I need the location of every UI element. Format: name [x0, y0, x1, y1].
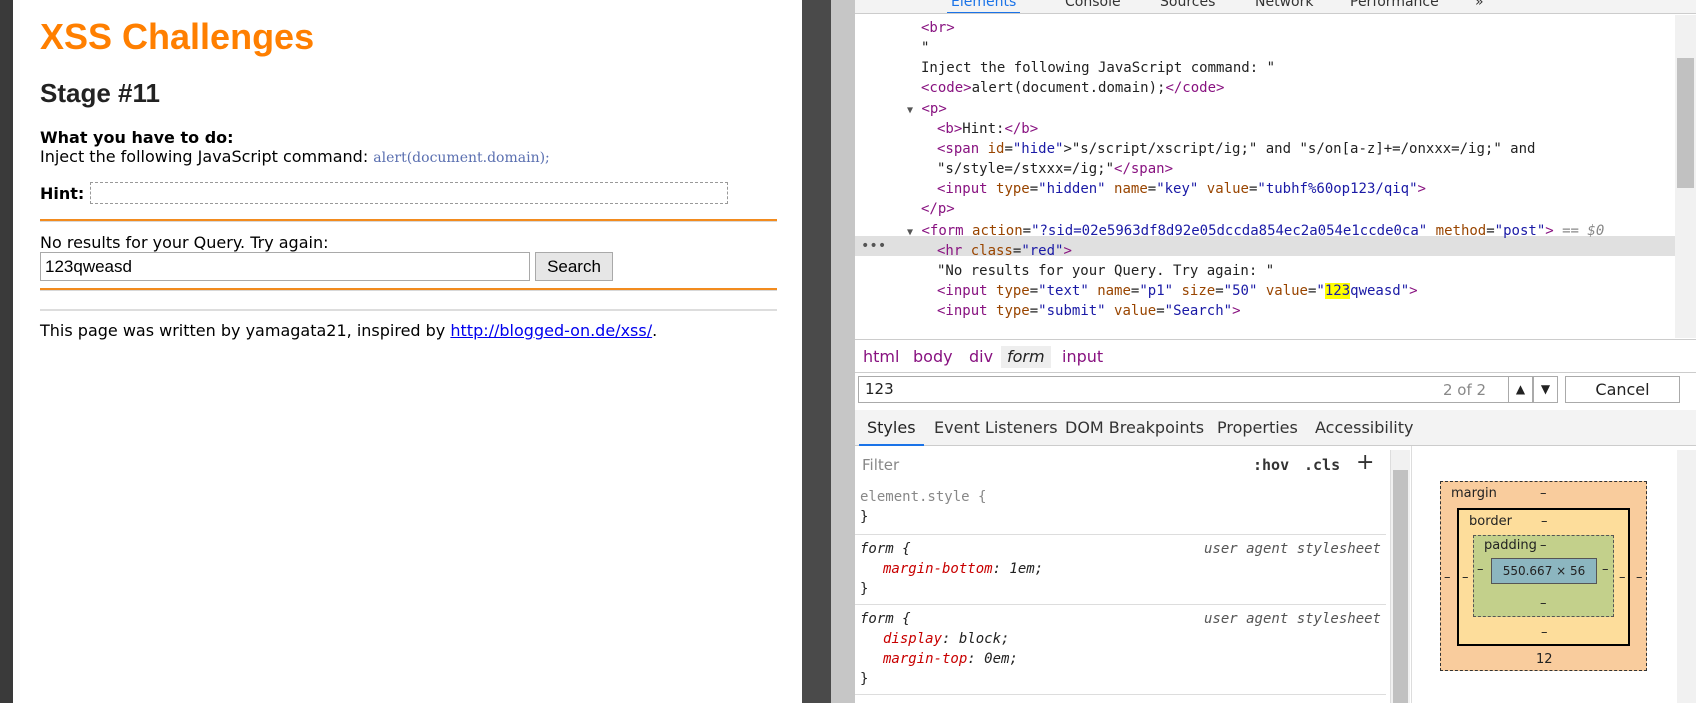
no-results-message: No results for your Query. Try again:: [40, 233, 329, 252]
crumb-body[interactable]: body: [907, 346, 959, 368]
tab-network[interactable]: Network: [1255, 0, 1313, 10]
footer-end: .: [652, 321, 658, 340]
dom-line[interactable]: <input type="hidden" name="key" value="t…: [937, 179, 1426, 199]
todo-label: What you have to do:: [40, 128, 234, 147]
breadcrumb: html body div form input: [855, 339, 1696, 373]
hov-toggle[interactable]: :hov: [1253, 456, 1289, 474]
styles-tabbar: Styles Event Listeners DOM Breakpoints P…: [855, 410, 1696, 446]
more-tabs-icon[interactable]: »: [1475, 0, 1484, 10]
dom-line[interactable]: Inject the following JavaScript command:…: [921, 58, 1275, 78]
window-edge: [0, 0, 13, 703]
hint-label: Hint:: [40, 184, 85, 203]
tab-styles[interactable]: Styles: [859, 418, 923, 446]
dom-line[interactable]: <input type="submit" value="Search">: [937, 301, 1241, 321]
divider-footer: [40, 309, 777, 311]
styles-scrollbar-thumb[interactable]: [1393, 470, 1408, 703]
dom-line[interactable]: ": [921, 38, 929, 58]
page-title: XSS Challenges: [40, 16, 315, 57]
tab-event-listeners[interactable]: Event Listeners: [934, 418, 1058, 437]
dom-line[interactable]: <b>Hint:</b>: [937, 119, 1038, 139]
footer: This page was written by yamagata21, ins…: [40, 321, 657, 340]
boxmodel-scrollbar[interactable]: [1677, 450, 1696, 703]
crumb-div[interactable]: div: [963, 346, 999, 368]
dom-line[interactable]: <hr class="red">: [937, 241, 1072, 261]
dom-line[interactable]: <span id="hide">"s/script/xscript/ig;" a…: [937, 139, 1535, 159]
box-model-panel: margin – – – 12 border – – – – padding –…: [1411, 446, 1696, 703]
cls-toggle[interactable]: .cls: [1304, 456, 1340, 474]
tab-dom-breakpoints[interactable]: DOM Breakpoints: [1065, 418, 1204, 437]
search-cancel-button[interactable]: Cancel: [1565, 376, 1680, 403]
box-content[interactable]: 550.667 × 56: [1491, 558, 1597, 584]
dom-line[interactable]: </p>: [921, 199, 955, 219]
styles-rules: element.style { } form { user agent styl…: [855, 483, 1386, 703]
inject-instruction: Inject the following JavaScript command:…: [40, 147, 550, 166]
dom-line[interactable]: "s/style=/stxxx=/ig;"</span>: [937, 159, 1173, 179]
crumb-html[interactable]: html: [857, 346, 905, 368]
tab-properties[interactable]: Properties: [1217, 418, 1298, 437]
dom-scrollbar-thumb[interactable]: [1677, 58, 1694, 188]
expand-arrow-icon[interactable]: ▼: [907, 105, 913, 116]
tab-accessibility[interactable]: Accessibility: [1315, 418, 1413, 437]
devtools-resize-handle[interactable]: [831, 0, 855, 703]
xss-challenge-page: XSS Challenges Stage #11 What you have t…: [0, 0, 802, 703]
search-next-icon[interactable]: ▼: [1533, 376, 1558, 403]
divider-bottom: [40, 288, 777, 291]
crumb-form[interactable]: form: [1001, 346, 1051, 368]
dom-line-selected[interactable]: ▼ <form action="?sid=02e5963df8d92e05dcc…: [907, 221, 1604, 241]
search-match-count: 2 of 2: [1443, 381, 1487, 399]
inject-text: Inject the following JavaScript command:: [40, 147, 369, 166]
rule-form-display: form { user agent stylesheet display: bl…: [855, 605, 1386, 695]
styles-filter-input[interactable]: Filter: [858, 452, 1243, 478]
rule-form-margin: form { user agent stylesheet margin-bott…: [855, 535, 1386, 605]
search-button[interactable]: Search: [535, 252, 613, 281]
search-highlight: 123: [1324, 283, 1351, 299]
stage-heading: Stage #11: [40, 78, 160, 108]
tab-performance[interactable]: Performance: [1350, 0, 1439, 10]
divider-top: [40, 219, 777, 222]
rule-element-style: element.style { }: [855, 483, 1386, 535]
dom-line[interactable]: ▼ <p>: [907, 99, 947, 119]
new-rule-icon[interactable]: +: [1356, 450, 1374, 475]
devtools-tabbar: Elements Console Sources Network Perform…: [855, 0, 1696, 14]
footer-text: This page was written by yamagata21, ins…: [40, 321, 446, 340]
box-margin[interactable]: margin – – – 12 border – – – – padding –…: [1440, 481, 1647, 671]
hint-box: [90, 182, 728, 204]
dom-line[interactable]: <input type="text" name="p1" size="50" v…: [937, 281, 1418, 301]
dom-line[interactable]: "No results for your Query. Try again: ": [937, 261, 1274, 281]
expand-arrow-icon[interactable]: ▼: [907, 227, 913, 238]
footer-link[interactable]: http://blogged-on.de/xss/: [450, 321, 652, 340]
dom-tree: ••• <br> " Inject the following JavaScri…: [855, 15, 1675, 338]
crumb-input[interactable]: input: [1056, 346, 1109, 368]
box-border[interactable]: border – – – – padding – – – – 550.667 ×…: [1457, 508, 1630, 646]
dom-line[interactable]: <br>: [921, 18, 955, 38]
inject-code: alert(document.domain);: [373, 150, 550, 166]
query-input[interactable]: [40, 252, 530, 281]
devtools-panel: Elements Console Sources Network Perform…: [855, 0, 1696, 703]
tab-sources[interactable]: Sources: [1160, 0, 1215, 10]
tab-console[interactable]: Console: [1065, 0, 1121, 10]
window-gap: [802, 0, 831, 703]
dom-line[interactable]: <code>alert(document.domain);</code>: [921, 78, 1224, 98]
search-prev-icon[interactable]: ▲: [1508, 376, 1533, 403]
dom-search-input[interactable]: 123: [858, 376, 1538, 403]
tab-elements[interactable]: Elements: [946, 0, 1021, 13]
ellipsis-icon[interactable]: •••: [861, 236, 886, 256]
box-padding[interactable]: padding – – – – 550.667 × 56: [1473, 535, 1614, 617]
